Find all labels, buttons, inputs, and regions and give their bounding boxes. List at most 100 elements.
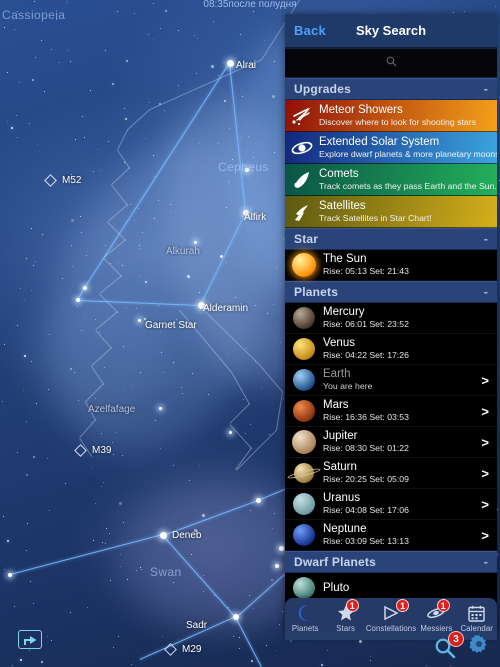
section-title: Planets xyxy=(294,285,339,299)
section-header-planets[interactable]: Planets - xyxy=(285,281,497,303)
chevron-right-icon[interactable]: > xyxy=(481,404,489,419)
panel-list[interactable]: Upgrades - Meteor Showers Discover where to… xyxy=(285,78,497,631)
time-overlay: 08:35после полудня xyxy=(203,0,297,10)
thumbnail xyxy=(285,493,323,515)
list-item[interactable]: Mercury Rise: 06:01 Set: 23:52 xyxy=(285,303,497,334)
item-text: Earth You are here xyxy=(323,368,481,392)
tab-constellations[interactable]: Constellations 1 xyxy=(366,598,416,640)
object-name: Saturn xyxy=(323,461,357,473)
search-input[interactable] xyxy=(285,49,497,77)
object-times: Rise: 06:01 Set: 23:52 xyxy=(323,319,409,329)
thumbnail xyxy=(285,253,323,277)
list-item[interactable]: The Sun Rise: 05:13 Set: 21:43 xyxy=(285,250,497,281)
list-item[interactable]: Earth You are here > xyxy=(285,365,497,396)
chevron-right-icon[interactable]: > xyxy=(481,528,489,543)
planet-thumbnail xyxy=(286,463,322,483)
sky-search-panel[interactable]: Back Sky Search Upgrades - Meteor Showers D… xyxy=(285,14,497,631)
object-times: Rise: 16:36 Set: 03:53 xyxy=(323,412,409,422)
star-label: Alkurah xyxy=(166,246,200,257)
collapse-toggle[interactable]: - xyxy=(484,232,488,245)
star-label: Alderamin xyxy=(203,303,249,314)
planet-thumbnail xyxy=(293,369,315,391)
tab-label: Constellations xyxy=(365,624,417,633)
star-label: Alrai xyxy=(236,60,257,71)
item-text: Venus Rise: 04:22 Set: 17:26 xyxy=(323,337,497,361)
chevron-right-icon[interactable]: > xyxy=(481,466,489,481)
object-times: Rise: 08:30 Set: 01:22 xyxy=(323,443,409,453)
upgrade-text: Comets Track comets as they pass Earth an… xyxy=(319,168,497,192)
thumbnail xyxy=(285,338,323,360)
list-item[interactable]: Saturn Rise: 20:25 Set: 05:09 > xyxy=(285,458,497,489)
item-text: Mars Rise: 16:36 Set: 03:53 xyxy=(323,399,481,423)
back-button[interactable]: Back xyxy=(294,23,326,38)
collapse-toggle[interactable]: - xyxy=(484,555,488,568)
list-item[interactable]: Neptune Rise: 03:09 Set: 13:13 > xyxy=(285,520,497,551)
object-times: Rise: 04:08 Set: 17:06 xyxy=(323,505,409,515)
constellation-name: Cepheus xyxy=(218,160,269,174)
object-times: Rise: 20:25 Set: 05:09 xyxy=(323,474,409,484)
tab-planets[interactable]: Planets xyxy=(285,598,325,640)
object-name: Neptune xyxy=(323,523,367,535)
search-bar[interactable] xyxy=(285,48,497,78)
object-times: Rise: 03:09 Set: 13:13 xyxy=(323,536,409,546)
messier-label: M39 xyxy=(92,445,112,456)
upgrade-item[interactable]: Comets Track comets as they pass Earth an… xyxy=(285,164,497,196)
section-header-dwarf-planets[interactable]: Dwarf Planets - xyxy=(285,551,497,573)
list-item[interactable]: Mars Rise: 16:36 Set: 03:53 > xyxy=(285,396,497,427)
object-name: Mercury xyxy=(323,306,365,318)
upgrades-list: Meteor Showers Discover where to look for… xyxy=(285,100,497,228)
item-text: The Sun Rise: 05:13 Set: 21:43 xyxy=(323,253,497,277)
upgrade-text: Satellites Track Satellites in Star Chart… xyxy=(319,200,497,224)
tab-label: Messiers xyxy=(420,624,453,633)
upgrade-desc: Discover where to look for shooting star… xyxy=(319,116,476,127)
star-label: Alfirk xyxy=(244,212,267,223)
object-name: Earth xyxy=(323,368,351,380)
collapse-toggle[interactable]: - xyxy=(484,285,488,298)
tab-label: Planets xyxy=(291,624,319,633)
upgrade-item[interactable]: Satellites Track Satellites in Star Chart… xyxy=(285,196,497,228)
list-item[interactable]: Jupiter Rise: 08:30 Set: 01:22 > xyxy=(285,427,497,458)
chevron-right-icon[interactable]: > xyxy=(481,373,489,388)
section-header-star[interactable]: Star - xyxy=(285,228,497,250)
tab-stars[interactable]: Stars 1 xyxy=(325,598,365,640)
upgrade-name: Meteor Showers xyxy=(319,103,403,116)
bottom-tab-bar[interactable]: Planets Stars 1 Constellations 1 Messiers 1 Cal… xyxy=(285,598,497,640)
section-header-upgrades[interactable]: Upgrades - xyxy=(285,78,497,100)
list-item[interactable]: Uranus Rise: 04:08 Set: 17:06 > xyxy=(285,489,497,520)
star-label: Deneb xyxy=(172,530,202,541)
upgrade-text: Extended Solar System Explore dwarf plane… xyxy=(319,136,497,160)
item-text: Neptune Rise: 03:09 Set: 13:13 xyxy=(323,523,481,547)
list-item[interactable]: Venus Rise: 04:22 Set: 17:26 xyxy=(285,334,497,365)
star-label: Garnet Star xyxy=(145,320,197,331)
planet-thumbnail xyxy=(293,577,315,599)
gear-icon[interactable] xyxy=(468,633,490,660)
thumbnail xyxy=(285,369,323,391)
object-name: Venus xyxy=(323,337,355,349)
object-name: Mars xyxy=(323,399,349,411)
chevron-right-icon[interactable]: > xyxy=(481,435,489,450)
upgrade-desc: Track comets as they pass Earth and the … xyxy=(319,180,497,191)
galaxy-icon xyxy=(285,138,319,158)
item-text: Jupiter Rise: 08:30 Set: 01:22 xyxy=(323,430,481,454)
constellation-name: Cassiopeia xyxy=(2,8,66,22)
tab-badge: 1 xyxy=(396,599,410,612)
upgrade-item[interactable]: Extended Solar System Explore dwarf plane… xyxy=(285,132,497,164)
upgrade-item[interactable]: Meteor Showers Discover where to look for… xyxy=(285,100,497,132)
planet-thumbnail xyxy=(292,253,316,277)
section-title: Upgrades xyxy=(294,82,351,96)
tab-label: Stars xyxy=(336,624,355,633)
share-icon[interactable] xyxy=(18,630,42,649)
star-label: Sadr xyxy=(186,620,208,631)
panel-navbar: Back Sky Search xyxy=(285,14,497,48)
item-text: Uranus Rise: 04:08 Set: 17:06 xyxy=(323,492,481,516)
item-text: Pluto xyxy=(323,582,497,595)
comet-icon xyxy=(285,170,319,190)
planet-thumbnail xyxy=(293,524,315,546)
thumbnail xyxy=(285,400,323,422)
upgrade-text: Meteor Showers Discover where to look for… xyxy=(319,104,497,128)
object-times: Rise: 05:13 Set: 21:43 xyxy=(323,266,409,276)
chevron-right-icon[interactable]: > xyxy=(481,497,489,512)
planet-thumbnail xyxy=(293,338,315,360)
section-title: Star xyxy=(294,232,319,246)
collapse-toggle[interactable]: - xyxy=(484,82,488,95)
